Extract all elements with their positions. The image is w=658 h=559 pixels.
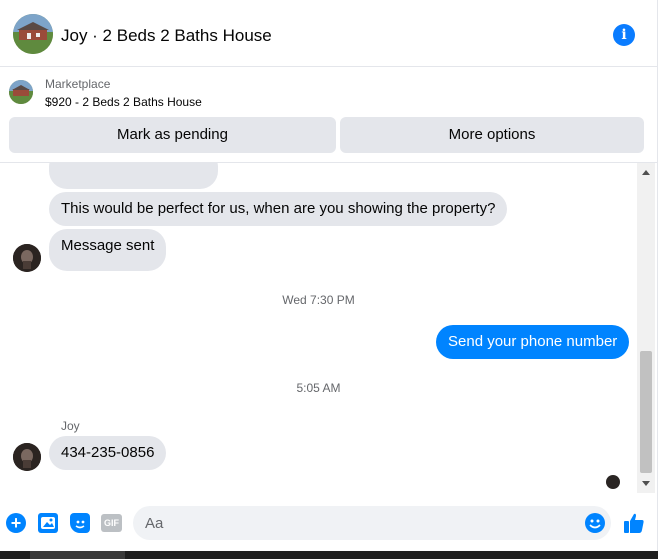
info-icon[interactable]: i bbox=[613, 24, 635, 46]
scroll-down-arrow-icon[interactable] bbox=[642, 481, 650, 486]
timestamp: Wed 7:30 PM bbox=[282, 293, 355, 307]
sticker-icon[interactable] bbox=[70, 513, 90, 533]
message-input-container[interactable] bbox=[133, 506, 611, 540]
more-options-button[interactable]: More options bbox=[340, 117, 644, 153]
scrollbar-thumb[interactable] bbox=[640, 351, 652, 473]
message-composer: + GIF bbox=[0, 493, 657, 551]
message-scrollbar[interactable] bbox=[637, 163, 655, 493]
message-bubble[interactable]: Message sent bbox=[49, 229, 167, 271]
taskbar-segment bbox=[30, 551, 125, 559]
os-taskbar bbox=[0, 551, 658, 559]
conversation-avatar[interactable] bbox=[13, 14, 53, 54]
sender-avatar[interactable] bbox=[13, 244, 41, 272]
conversation-title: Joy · 2 Beds 2 Baths House bbox=[61, 26, 272, 45]
timestamp: 5:05 AM bbox=[296, 381, 341, 395]
messenger-chat-window: Joy · 2 Beds 2 Baths House i Marketplace… bbox=[0, 0, 658, 559]
marketplace-listing-panel: Marketplace $920 - 2 Beds 2 Baths House … bbox=[0, 67, 657, 163]
sender-name: Joy bbox=[61, 419, 80, 433]
sent-message-bubble[interactable]: Send your phone number bbox=[436, 325, 630, 359]
scroll-up-arrow-icon[interactable] bbox=[642, 170, 650, 175]
chat-header: Joy · 2 Beds 2 Baths House i bbox=[0, 0, 657, 67]
message-bubble[interactable]: 434-235-0856 bbox=[49, 436, 167, 470]
marketplace-label: Marketplace bbox=[45, 77, 111, 91]
listing-thumbnail[interactable] bbox=[9, 80, 33, 104]
emoji-icon[interactable] bbox=[585, 513, 605, 533]
message-bubble-partial[interactable] bbox=[49, 163, 218, 189]
message-bubble[interactable]: This would be perfect for us, when are y… bbox=[49, 192, 508, 226]
plus-icon[interactable]: + bbox=[6, 513, 26, 533]
listing-title[interactable]: $920 - 2 Beds 2 Baths House bbox=[45, 95, 202, 109]
sender-avatar[interactable] bbox=[13, 443, 41, 471]
read-receipt-avatar bbox=[606, 475, 620, 489]
thumbs-up-icon[interactable] bbox=[623, 512, 645, 534]
message-list[interactable]: This would be perfect for us, when are y… bbox=[0, 163, 637, 493]
gif-icon[interactable]: GIF bbox=[101, 514, 122, 532]
message-input[interactable] bbox=[145, 506, 575, 540]
mark-as-pending-button[interactable]: Mark as pending bbox=[9, 117, 336, 153]
photo-icon[interactable] bbox=[38, 513, 58, 533]
